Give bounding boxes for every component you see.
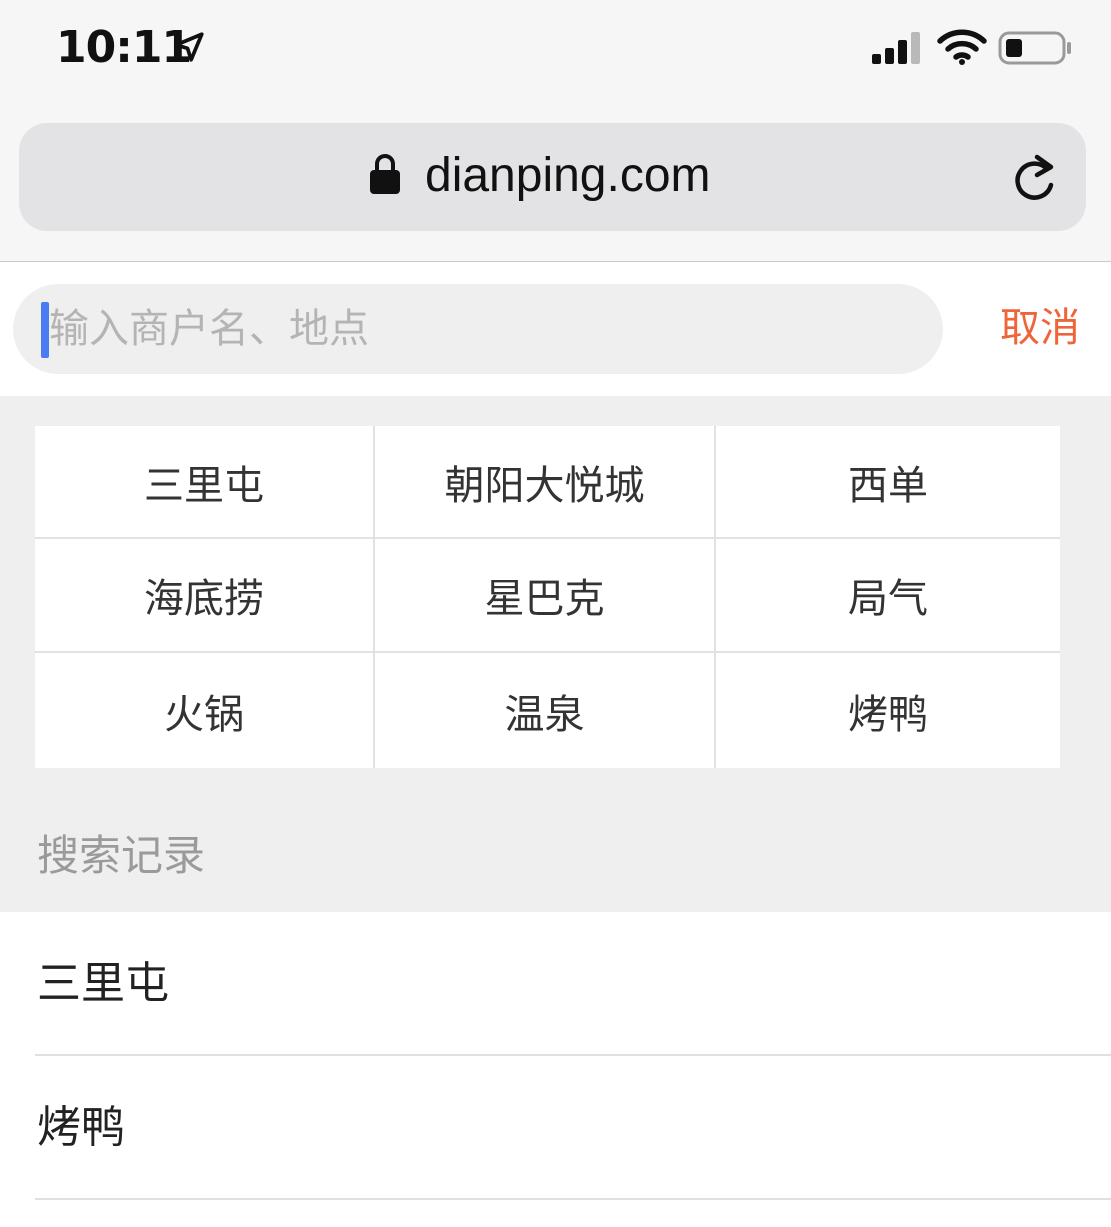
status-time: 10:11 <box>56 22 192 73</box>
hot-search-item[interactable]: 烤鸭 <box>716 653 1060 768</box>
location-arrow-icon <box>174 32 204 62</box>
reload-icon[interactable] <box>1009 153 1059 205</box>
search-box[interactable] <box>13 284 943 374</box>
hot-search-item[interactable]: 三里屯 <box>35 426 375 539</box>
hot-search-item[interactable]: 局气 <box>716 539 1060 653</box>
hot-search-item[interactable]: 温泉 <box>375 653 716 768</box>
history-list: 三里屯 烤鸭 <box>0 912 1111 1227</box>
text-caret <box>41 302 49 358</box>
search-input[interactable] <box>49 284 909 374</box>
hot-search-item[interactable]: 海底捞 <box>35 539 375 653</box>
wifi-icon <box>937 29 987 65</box>
lock-icon <box>370 154 400 194</box>
address-bar[interactable]: dianping.com <box>19 123 1086 231</box>
hot-search-item[interactable]: 西单 <box>716 426 1060 539</box>
history-section-title: 搜索记录 <box>37 831 206 880</box>
cancel-button[interactable]: 取消 <box>1000 299 1080 357</box>
hot-search-grid: 三里屯 朝阳大悦城 西单 海底捞 星巴克 局气 火锅 温泉 烤鸭 <box>35 426 1060 768</box>
suggestions-area: 三里屯 朝阳大悦城 西单 海底捞 星巴克 局气 火锅 温泉 烤鸭 搜索记录 <box>0 396 1111 912</box>
browser-chrome: 10:11 dianping.com <box>0 0 1111 262</box>
url-text[interactable]: dianping.com <box>425 145 711 207</box>
cellular-signal-icon <box>872 32 920 64</box>
hot-search-item[interactable]: 火锅 <box>35 653 375 768</box>
history-item[interactable]: 烤鸭 <box>35 1056 1111 1200</box>
history-item-label: 烤鸭 <box>37 1102 125 1153</box>
hot-search-item[interactable]: 朝阳大悦城 <box>375 426 716 539</box>
history-item-label: 三里屯 <box>37 958 169 1009</box>
search-header: 取消 <box>0 263 1111 396</box>
battery-icon <box>998 31 1071 65</box>
hot-search-item[interactable]: 星巴克 <box>375 539 716 653</box>
history-item[interactable]: 三里屯 <box>35 912 1111 1056</box>
